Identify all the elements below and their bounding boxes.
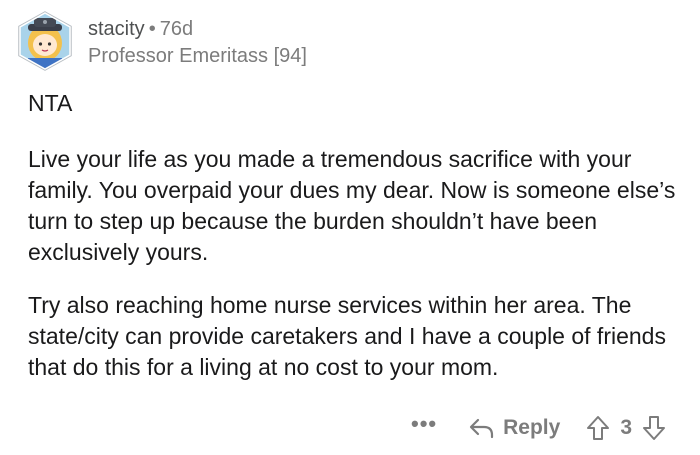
comment-age: 76d	[159, 18, 194, 40]
comment-actions: ••• Reply 3	[411, 408, 666, 448]
user-flair: Professor Emeritass [94]	[88, 45, 307, 67]
comment-paragraph: NTA	[28, 90, 73, 116]
avatar[interactable]	[14, 10, 76, 72]
author-line: stacity • 76d	[88, 16, 193, 42]
separator-dot: •	[148, 18, 156, 40]
comment-paragraph: Live your life as you made a tremendous …	[28, 146, 676, 265]
reply-button[interactable]: Reply	[469, 416, 560, 440]
comment: stacity • 76d Professor Emeritass [94] NTA…	[0, 0, 700, 455]
reply-label: Reply	[503, 416, 561, 439]
downvote-icon[interactable]	[642, 415, 666, 441]
comment-paragraph: Try also reaching home nurse services wi…	[28, 292, 666, 380]
vote-count: 3	[620, 416, 632, 439]
reply-arrow-icon	[470, 418, 494, 439]
comment-body: NTA Live your life as you made a tremend…	[28, 88, 688, 405]
more-options-button[interactable]: •••	[411, 411, 437, 437]
username[interactable]: stacity	[88, 18, 145, 40]
upvote-icon[interactable]	[586, 415, 610, 441]
vote-control: 3	[586, 415, 666, 441]
